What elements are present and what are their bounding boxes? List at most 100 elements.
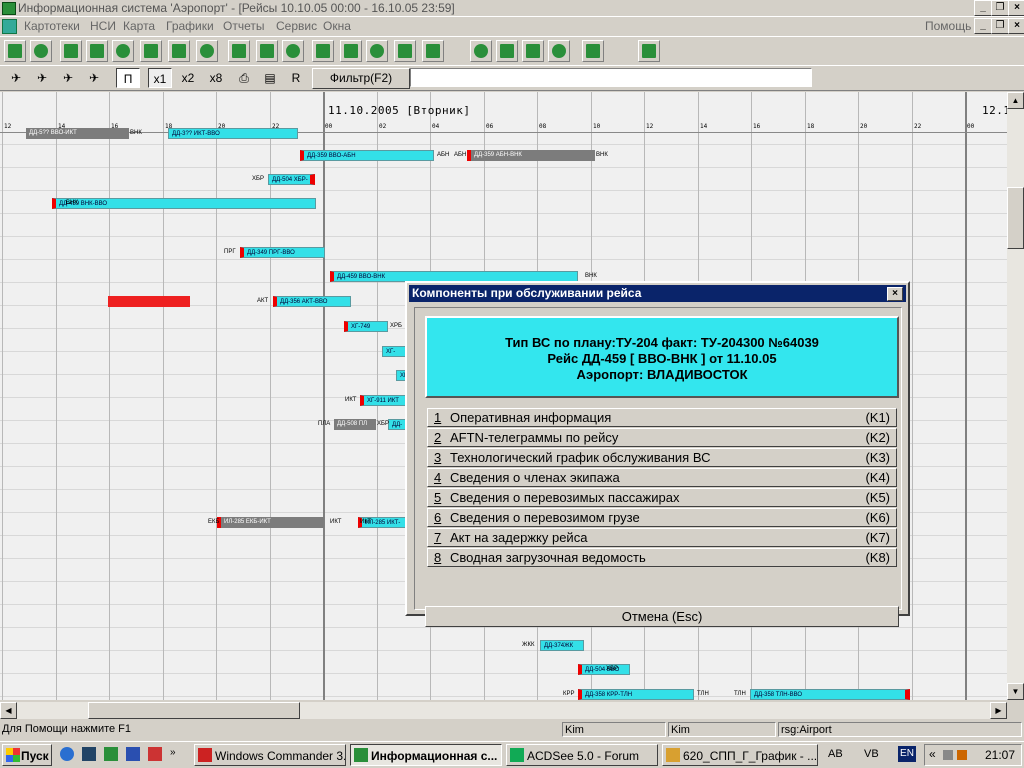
desktop-icon[interactable] [82,747,96,761]
dialog-close-button[interactable]: × [887,287,903,301]
child-close-button[interactable]: × [1008,18,1024,34]
print-button[interactable] [522,40,544,62]
tray-expand-icon[interactable]: « [929,747,936,761]
menu-nsi[interactable]: НСИ [90,19,116,33]
preview-icon[interactable]: ▤ [260,68,280,88]
r-button[interactable]: R [286,68,306,88]
flight-bar[interactable]: ДД-359 ВВО-АБН [300,150,434,161]
dot-button[interactable] [470,40,492,62]
print-icon[interactable]: ⎙ [234,68,254,88]
flight-bar[interactable]: ДД- [388,419,406,430]
quicklaunch-icon[interactable] [148,747,162,761]
flight-bar[interactable]: ИЛ-285 ЕКБ-ИКТ [217,517,324,528]
filter-input[interactable] [410,68,812,87]
excel-icon[interactable] [104,747,118,761]
filter-button[interactable]: Фильтр(F2) [312,68,410,89]
task-acdsee[interactable]: ACDSee 5.0 - Forum [506,744,658,766]
menu-okna[interactable]: Окна [323,19,351,33]
chart-button[interactable] [60,40,82,62]
p-toggle-button[interactable]: П [116,68,140,88]
chart2-button[interactable] [548,40,570,62]
component-item-5[interactable]: 5 Сведения о перевозимых пассажирах (K5) [427,488,897,507]
menu-otchety[interactable]: Отчеты [223,19,264,33]
zoom-x2-button[interactable]: x2 [176,68,200,88]
mode-icon-1[interactable]: ✈ [6,68,26,88]
vertical-scroll-thumb[interactable] [1007,187,1024,249]
flight-bar[interactable]: ДД-508 ПЛ [334,419,376,430]
factory-button[interactable] [168,40,190,62]
component-item-1[interactable]: 1 Оперативная информация (K1) [427,408,897,427]
component-item-2[interactable]: 2 AFTN-телеграммы по рейсу (K2) [427,428,897,447]
horizontal-scroll-thumb[interactable] [88,702,300,719]
flight-bar[interactable]: ДД-359 АБН-ВНК [467,150,595,161]
horizontal-scrollbar[interactable]: ◀ ▶ [0,702,1007,719]
task-info-system[interactable]: Информационная с... [350,744,502,766]
flight-bar[interactable]: ДД-504 ХБР- [268,174,315,185]
menu-kartoteki[interactable]: Картотеки [24,19,80,33]
component-item-3[interactable]: 3 Технологический график обслуживания ВС (… [427,448,897,467]
tray-ab[interactable]: AB [828,748,843,760]
restore-button[interactable]: ❐ [991,0,1009,16]
scroll-down-icon[interactable]: ▼ [1007,683,1024,700]
flight-bar[interactable]: ХГ- [382,346,406,357]
component-item-6[interactable]: 6 Сведения о перевозимом грузе (K6) [427,508,897,527]
ie-icon[interactable] [60,747,74,761]
calendar-button[interactable] [312,40,334,62]
language-indicator[interactable]: EN [898,746,916,762]
mode-icon-3[interactable]: ✈ [58,68,78,88]
menu-help[interactable]: Помощь [925,19,971,33]
scroll-up-icon[interactable]: ▲ [1007,92,1024,109]
mode-icon-4[interactable]: ✈ [84,68,104,88]
flight-bar[interactable]: ДД-374ЖК [540,640,584,651]
zoom-x8-button[interactable]: x8 [204,68,228,88]
start-button[interactable]: Пуск [2,744,52,766]
cancel-button[interactable]: Отмена (Esc) [425,606,899,627]
flight-bar[interactable]: ХГ-749 [344,321,388,332]
scroll-right-icon[interactable]: ▶ [990,702,1007,719]
flight-bar[interactable]: ДД-3?? ИКТ-ВВО [168,128,298,139]
flight-bar[interactable]: ДД-356 АКТ-ВВО [273,296,351,307]
mdi-child-icon[interactable] [2,19,17,34]
tools-button[interactable] [340,40,362,62]
doc-button[interactable] [366,40,388,62]
minimize-button[interactable]: _ [974,0,992,16]
list-button[interactable] [394,40,416,62]
zoom-x1-button[interactable]: x1 [148,68,172,88]
spo-button[interactable] [4,40,26,62]
save-button[interactable] [422,40,444,62]
vertical-scrollbar[interactable]: ▲ ▼ [1007,92,1024,700]
map-button[interactable] [86,40,108,62]
flight-bar[interactable]: ДД-459 ВНК-ВВО [52,198,316,209]
mode-icon-2[interactable]: ✈ [32,68,52,88]
tray-volume-icon[interactable] [957,750,967,760]
component-item-8[interactable]: 8 Сводная загрузочная ведомость (K8) [427,548,897,567]
scroll-left-icon[interactable]: ◀ [0,702,17,719]
plane-button[interactable] [140,40,162,62]
new-button[interactable] [638,40,660,62]
tv-button[interactable] [30,40,52,62]
globe-button[interactable] [112,40,134,62]
component-item-4[interactable]: 4 Сведения о членах экипажа (K4) [427,468,897,487]
flight-bar[interactable] [108,296,190,307]
group-button[interactable] [496,40,518,62]
flight-bar[interactable]: ДД-358 ТЛН-ВВО [750,689,910,700]
quicklaunch-more-icon[interactable]: » [170,747,180,761]
child-restore-button[interactable]: ❐ [991,18,1009,34]
task-windows-commander[interactable]: Windows Commander 3... [194,744,346,766]
word-icon[interactable] [126,747,140,761]
flight-bar[interactable]: ДД-5?? ВВО-ИКТ [26,128,129,139]
menu-grafiki[interactable]: Графики [166,19,214,33]
flight-bar[interactable]: ХГ-911 ИКТ [360,395,406,406]
menu-karta[interactable]: Карта [123,19,155,33]
list2-button[interactable] [582,40,604,62]
flight-bar[interactable]: ДД-349 ПРГ-ВВО [240,247,325,258]
menu-servis[interactable]: Сервис [276,19,317,33]
board-button[interactable] [256,40,278,62]
flight-bar[interactable]: ДД-504 ВВО [578,664,630,675]
tree-button[interactable] [228,40,250,62]
component-item-7[interactable]: 7 Акт на задержку рейса (K7) [427,528,897,547]
flight-bar[interactable]: ДД-358 КРР-ТЛН [578,689,694,700]
close-button[interactable]: × [1008,0,1024,16]
child-minimize-button[interactable]: _ [974,18,992,34]
gear-button[interactable] [196,40,218,62]
